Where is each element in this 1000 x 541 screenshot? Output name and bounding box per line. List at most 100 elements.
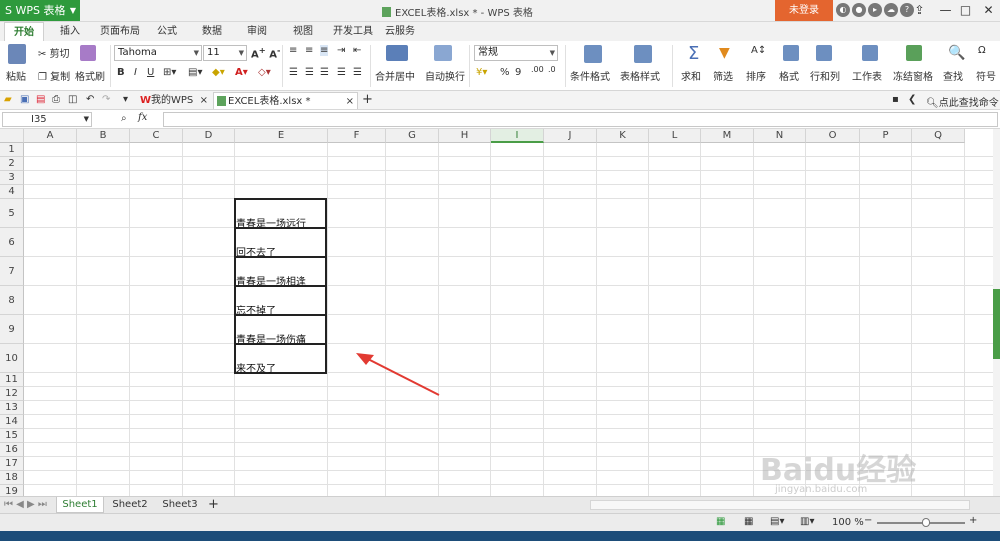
doc-tab-excel[interactable]: EXCEL表格.xlsx * ×: [213, 92, 358, 109]
normal-view-icon[interactable]: ▦: [716, 516, 725, 527]
tab-formulas[interactable]: 公式: [152, 22, 182, 41]
tab-data[interactable]: 数据: [197, 22, 227, 41]
column-header-O[interactable]: O: [806, 129, 860, 143]
row-header-3[interactable]: 3: [0, 171, 24, 185]
align-bottom-icon[interactable]: ≡: [320, 45, 329, 56]
format-icon[interactable]: [783, 45, 799, 64]
search-command-field[interactable]: 🔍︎点此查找命令: [926, 94, 999, 109]
worksheet-icon[interactable]: [862, 45, 878, 64]
column-header-C[interactable]: C: [130, 129, 183, 143]
fx-icon[interactable]: fx: [138, 112, 147, 123]
column-header-H[interactable]: H: [439, 129, 491, 143]
column-header-L[interactable]: L: [649, 129, 701, 143]
paste-label[interactable]: 粘贴: [6, 68, 26, 83]
column-header-B[interactable]: B: [77, 129, 130, 143]
vertical-scrollbar[interactable]: [993, 129, 1000, 496]
reading-mode-icon[interactable]: ▥▾: [800, 516, 814, 527]
close-button[interactable]: ✕: [975, 0, 1000, 21]
table-style-label[interactable]: 表格样式: [620, 68, 660, 83]
find-icon[interactable]: 🔍: [948, 45, 965, 61]
row-header-7[interactable]: 7: [0, 257, 24, 286]
row-header-16[interactable]: 16: [0, 443, 24, 457]
close-tab-icon[interactable]: ×: [346, 93, 354, 110]
conditional-format-button[interactable]: [584, 45, 602, 66]
sidebar-toggle-tab[interactable]: [993, 289, 1000, 359]
row-header-19[interactable]: 19: [0, 485, 24, 496]
merge-center-label[interactable]: 合并居中: [375, 68, 415, 83]
restore-ribbon-icon[interactable]: ⇪: [906, 0, 933, 21]
format-painter-button[interactable]: [80, 45, 96, 64]
column-header-N[interactable]: N: [754, 129, 806, 143]
row-header-2[interactable]: 2: [0, 157, 24, 171]
wps-app-menu-button[interactable]: S WPS 表格 ▼: [0, 0, 80, 21]
comma-button[interactable]: 9: [515, 67, 521, 78]
font-name-select[interactable]: Tahoma ▼: [114, 45, 202, 61]
more-icon[interactable]: ❮: [908, 94, 916, 105]
filter-icon[interactable]: ▼: [719, 45, 730, 61]
align-center-icon[interactable]: ☰: [305, 67, 314, 78]
border-icon[interactable]: ⊞▾: [163, 67, 176, 78]
percent-button[interactable]: %: [500, 67, 510, 78]
bold-icon[interactable]: B: [117, 67, 125, 78]
indent-icon[interactable]: ⇥: [337, 45, 345, 56]
zoom-out-icon[interactable]: −: [864, 515, 872, 526]
conditional-format-label[interactable]: 条件格式: [570, 68, 610, 83]
row-header-4[interactable]: 4: [0, 185, 24, 199]
zoom-slider-knob[interactable]: [922, 518, 930, 527]
zoom-in-icon[interactable]: +: [969, 515, 977, 526]
copy-button[interactable]: ❐ 复制: [38, 68, 70, 83]
formula-input[interactable]: [163, 112, 998, 127]
row-header-18[interactable]: 18: [0, 471, 24, 485]
justify-icon[interactable]: ☰: [337, 67, 346, 78]
symbol-icon[interactable]: Ω: [978, 45, 986, 56]
sheet-nav-icons[interactable]: ⏮ ◀ ▶ ⏭: [4, 499, 47, 510]
row-header-1[interactable]: 1: [0, 143, 24, 157]
new-tab-icon[interactable]: +: [362, 92, 373, 107]
horizontal-scrollbar[interactable]: [590, 500, 970, 510]
add-sheet-icon[interactable]: +: [208, 497, 219, 512]
row-header-5[interactable]: 5: [0, 199, 24, 228]
font-color-icon[interactable]: A▾: [235, 67, 248, 78]
freeze-icon[interactable]: [906, 45, 922, 64]
row-header-8[interactable]: 8: [0, 286, 24, 315]
column-header-Q[interactable]: Q: [912, 129, 965, 143]
undo-icon[interactable]: ↶: [86, 94, 94, 105]
sum-label[interactable]: 求和: [681, 68, 701, 83]
row-header-10[interactable]: 10: [0, 344, 24, 373]
sheet-tab-2[interactable]: Sheet2: [106, 497, 154, 513]
table-style-button[interactable]: [634, 45, 652, 66]
row-header-12[interactable]: 12: [0, 387, 24, 401]
column-header-I[interactable]: I: [491, 129, 544, 143]
cut-button[interactable]: ✂ 剪切: [38, 45, 70, 60]
row-col-icon[interactable]: [816, 45, 832, 64]
login-button[interactable]: 未登录: [775, 0, 833, 21]
customize-chevron-icon[interactable]: ▾: [123, 94, 128, 105]
italic-icon[interactable]: I: [134, 67, 137, 78]
clear-format-icon[interactable]: ◇▾: [258, 67, 271, 78]
merge-border-icon[interactable]: ▤▾: [188, 67, 202, 78]
format-painter-label[interactable]: 格式刷: [75, 68, 105, 83]
cloud-icon[interactable]: ☁: [884, 3, 898, 17]
increase-decimal-icon[interactable]: .00: [531, 65, 544, 74]
align-left-icon[interactable]: ☰: [289, 67, 298, 78]
column-header-E[interactable]: E: [235, 129, 328, 143]
zoom-level[interactable]: 100 %: [832, 517, 864, 528]
window-icon[interactable]: ▪: [892, 94, 899, 105]
tab-view[interactable]: 视图: [288, 22, 318, 41]
freeze-label[interactable]: 冻结窗格: [893, 68, 933, 83]
sum-icon[interactable]: Σ: [688, 43, 699, 64]
column-header-J[interactable]: J: [544, 129, 597, 143]
sort-label[interactable]: 排序: [746, 68, 766, 83]
distribute-icon[interactable]: ☰: [353, 67, 362, 78]
save-icon[interactable]: ▣: [20, 94, 29, 105]
close-tab-icon[interactable]: ×: [200, 92, 208, 109]
spreadsheet-grid[interactable]: A B C D E F G H I J K L M N O P Q 1 2 3 4 5 6 7 8 9 10 11 12 13 14 15 16…: [0, 129, 993, 496]
column-header-G[interactable]: G: [386, 129, 439, 143]
tab-review[interactable]: 审阅: [242, 22, 272, 41]
worksheet-label[interactable]: 工作表: [852, 68, 882, 83]
column-header-F[interactable]: F: [328, 129, 386, 143]
row-header-9[interactable]: 9: [0, 315, 24, 344]
open-icon[interactable]: ▰: [4, 94, 12, 105]
outdent-icon[interactable]: ⇤: [353, 45, 361, 56]
tab-cloud[interactable]: 云服务: [383, 22, 417, 41]
